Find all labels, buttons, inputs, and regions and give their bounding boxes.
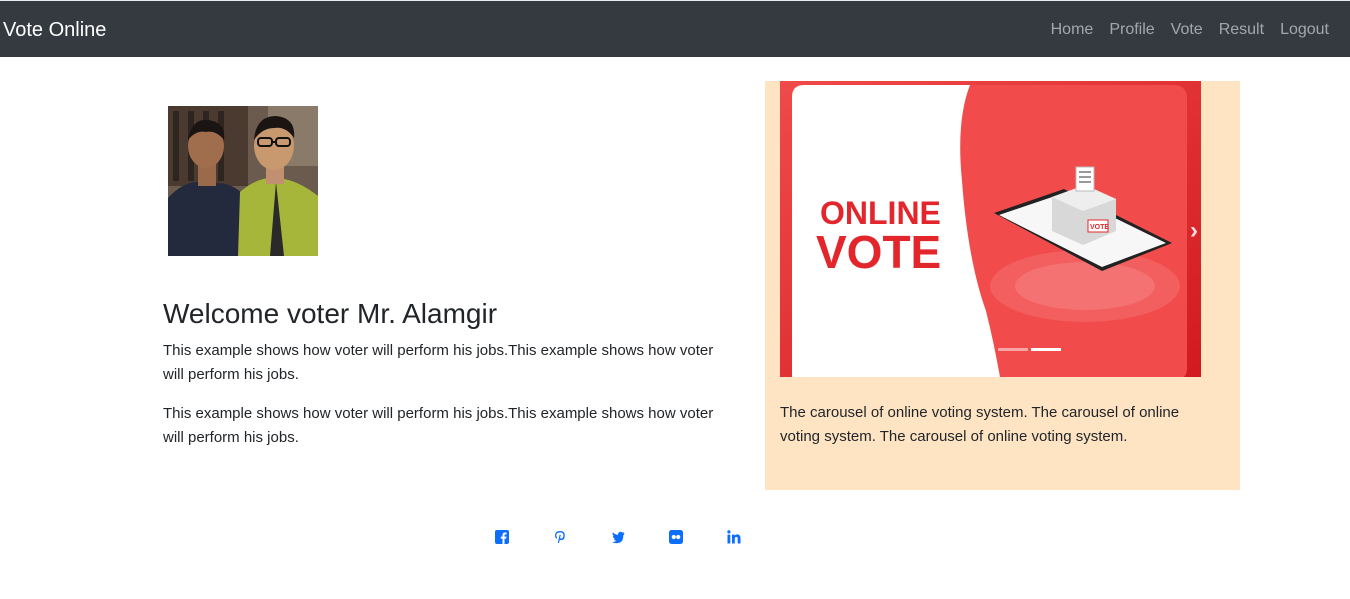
- pinterest-icon[interactable]: [553, 530, 567, 544]
- intro-paragraph: This example shows how voter will perfor…: [163, 342, 714, 383]
- nav-vote-link[interactable]: Vote: [1171, 20, 1203, 40]
- carousel-panel: ONLINE VOTE VOTE › The carousel of onlin…: [765, 81, 1240, 490]
- carousel-caption: The carousel of online voting system. Th…: [780, 404, 1180, 445]
- twitter-icon[interactable]: [611, 530, 625, 544]
- welcome-heading: Welcome voter Mr. Alamgir: [163, 298, 498, 329]
- online-vote-slide: ONLINE VOTE VOTE: [780, 81, 1201, 377]
- intro-paragraph-2: This example shows how voter will perfor…: [163, 405, 714, 446]
- navbar: Vote Online Home Profile Vote Result Log…: [0, 0, 1350, 57]
- carousel: ONLINE VOTE VOTE ›: [780, 81, 1201, 377]
- brand-link[interactable]: Vote Online: [3, 18, 106, 42]
- nav-home-link[interactable]: Home: [1051, 20, 1094, 40]
- nav-profile-link[interactable]: Profile: [1109, 20, 1154, 40]
- carousel-next-icon[interactable]: ›: [1190, 217, 1198, 245]
- carousel-indicator-active[interactable]: [1031, 348, 1061, 351]
- nav-logout-link[interactable]: Logout: [1280, 20, 1329, 40]
- carousel-indicator[interactable]: [998, 348, 1028, 351]
- linkedin-icon[interactable]: [727, 530, 741, 544]
- ballot-box-label: VOTE: [1090, 224, 1109, 231]
- nav-result-link[interactable]: Result: [1219, 20, 1264, 40]
- carousel-indicators: [998, 348, 1061, 351]
- nav-links: Home Profile Vote Result Logout: [1051, 20, 1329, 40]
- flickr-icon[interactable]: [669, 530, 683, 544]
- social-links: [495, 530, 741, 544]
- facebook-icon[interactable]: [495, 530, 509, 544]
- voter-photo: [168, 106, 318, 256]
- slide-vote-text: VOTE: [816, 226, 941, 278]
